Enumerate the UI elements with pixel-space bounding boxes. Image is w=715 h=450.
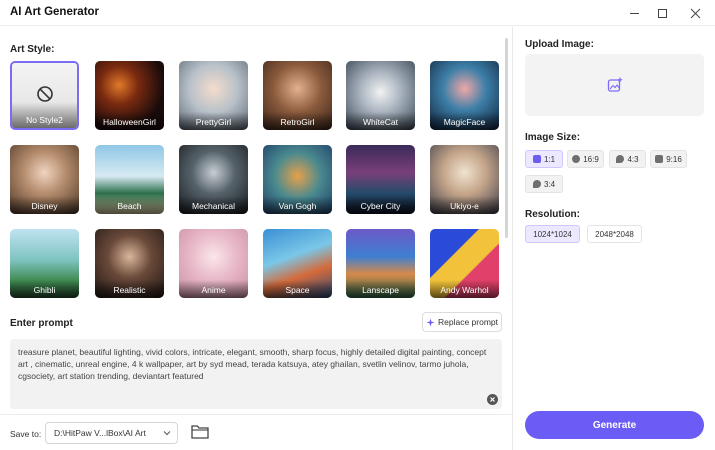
minimize-icon[interactable] [623,3,645,23]
title-bar: AI Art Generator [0,0,715,26]
size-option-label: 16:9 [583,154,599,164]
resolution-option-2048[interactable]: 2048*2048 [587,225,642,243]
style-label: Andy Warhol [440,285,489,295]
style-label: Lanscape [362,285,399,295]
style-label: Space [285,285,310,295]
close-icon[interactable] [684,3,706,23]
size-option-label: 1:1 [543,154,556,164]
style-tile-van-gogh[interactable]: Van Gogh [263,145,332,214]
size-option-label: 3:4 [543,179,556,189]
maximize-icon[interactable] [651,3,673,23]
style-tile-disney[interactable]: Disney [10,145,79,214]
style-tile-halloweengirl[interactable]: HalloweenGirl [95,61,164,130]
style-label: MagicFace [443,117,486,127]
prompt-textarea[interactable]: treasure planet, beautiful lighting, viv… [10,339,502,409]
app-title: AI Art Generator [10,6,100,18]
save-path-value: D:\HitPaw V...lBox\AI Art [54,428,146,438]
no-style-icon [37,86,53,102]
style-tile-retrogirl[interactable]: RetroGirl [263,61,332,130]
style-label: Ghibli [33,285,56,295]
facebook-icon [572,155,581,163]
style-label: Realistic [113,285,146,295]
generate-button[interactable]: Generate [525,411,704,439]
generate-label: Generate [592,419,637,431]
style-tile-prettygirl[interactable]: PrettyGirl [179,61,248,130]
resolution-option-label: 2048*2048 [595,229,634,239]
art-style-label: Art Style: [10,44,55,55]
bottom-divider [0,414,512,415]
upload-image-label: Upload Image: [525,39,594,50]
style-label: Cyber City [360,201,401,211]
instagram-icon [655,155,664,163]
add-image-icon [607,77,622,92]
twitter-icon [616,155,625,163]
style-label: Ukiyo-e [450,201,479,211]
style-tile-cyber-city[interactable]: Cyber City [346,145,415,214]
style-label: WhiteCat [363,117,398,127]
style-label: Beach [117,201,142,211]
style-tile-lanscape[interactable]: Lanscape [346,229,415,298]
style-label: HalloweenGirl [103,117,156,127]
prompt-text: treasure planet, beautiful lighting, viv… [18,347,487,381]
style-tile-space[interactable]: Space [263,229,332,298]
replace-prompt-label: Replace prompt [437,317,498,327]
style-tile-realistic[interactable]: Realistic [95,229,164,298]
resolution-option-label: 1024*1024 [533,229,572,239]
size-option-label: 4:3 [627,154,639,164]
size-option-4-3[interactable]: 4:3 [609,150,646,168]
chevron-down-icon [163,431,171,436]
size-option-16-9[interactable]: 16:9 [567,150,604,168]
upload-image-dropzone[interactable] [525,54,704,116]
sparkle-icon [426,317,435,327]
style-tile-magicface[interactable]: MagicFace [430,61,499,130]
style-label: RetroGirl [280,117,315,127]
size-option-1-1[interactable]: 1:1 [525,150,563,168]
style-label: Anime [201,285,226,295]
clear-prompt-icon[interactable] [487,394,498,405]
style-tile-ghibli[interactable]: Ghibli [10,229,79,298]
style-tile-andy-warhol[interactable]: Andy Warhol [430,229,499,298]
size-option-9-16[interactable]: 9:16 [650,150,687,168]
style-tile-anime[interactable]: Anime [179,229,248,298]
style-tile-whitecat[interactable]: WhiteCat [346,61,415,130]
style-tile-beach[interactable]: Beach [95,145,164,214]
style-tile-mechanical[interactable]: Mechanical [179,145,248,214]
style-tile-no-style[interactable]: No Style2 [10,61,79,130]
size-option-3-4[interactable]: 3:4 [525,175,563,193]
style-label: Van Gogh [278,201,317,211]
style-label: PrettyGirl [195,117,232,127]
resolution-label: Resolution: [525,209,580,220]
twitter-icon [532,180,541,188]
style-label: No Style2 [26,115,63,125]
save-path-select[interactable]: D:\HitPaw V...lBox\AI Art [45,422,178,444]
style-label: Mechanical [192,201,235,211]
prompt-label: Enter prompt [10,318,73,329]
save-to-label: Save to: [10,429,42,439]
replace-prompt-button[interactable]: Replace prompt [422,312,502,332]
resolution-option-1024[interactable]: 1024*1024 [525,225,580,243]
image-size-label: Image Size: [525,132,581,143]
folder-icon[interactable] [191,424,209,439]
scrollbar[interactable] [505,38,508,238]
style-label: Disney [31,201,58,211]
instagram-icon [532,155,541,163]
style-tile-ukiyo-e[interactable]: Ukiyo-e [430,145,499,214]
size-option-label: 9:16 [666,154,682,164]
